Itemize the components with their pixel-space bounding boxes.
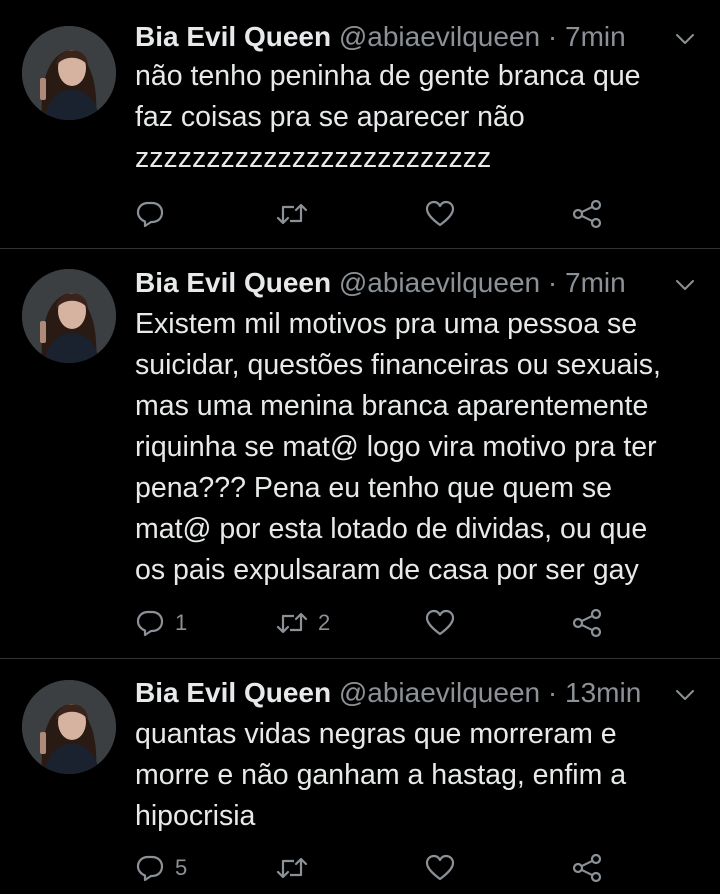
like-button[interactable]: [425, 606, 465, 640]
reply-button[interactable]: [135, 197, 175, 231]
retweet-count: 2: [318, 610, 331, 635]
chevron-down-icon[interactable]: [672, 682, 698, 708]
tweet-header: Bia Evil Queen @abiaevilqueen · 13min: [135, 673, 670, 713]
tweet-text: Existem mil motivos pra uma pessoa se su…: [135, 308, 661, 586]
separator: ·: [547, 677, 558, 708]
retweet-icon: [276, 857, 308, 879]
reply-icon: [136, 201, 164, 228]
separator: ·: [547, 21, 558, 52]
reply-icon: [136, 610, 164, 637]
share-icon: [572, 199, 602, 229]
retweet-button[interactable]: [276, 197, 318, 231]
share-button[interactable]: [571, 851, 603, 885]
tweet-text: quantas vidas negras que morreram e morr…: [135, 718, 627, 832]
avatar[interactable]: [22, 680, 116, 774]
timeline-feed: Bia Evil Queen @abiaevilqueen · 7min não…: [0, 0, 720, 894]
tweet-actions: 1 2: [135, 606, 615, 640]
tweet-text: não tenho peninha de gente branca que fa…: [135, 60, 641, 174]
tweet[interactable]: Bia Evil Queen @abiaevilqueen · 13min qu…: [0, 659, 720, 894]
author-handle[interactable]: @abiaevilqueen: [339, 267, 540, 298]
heart-icon: [425, 200, 455, 227]
retweet-icon: [276, 612, 308, 634]
tweet[interactable]: Bia Evil Queen @abiaevilqueen · 7min não…: [0, 0, 720, 248]
timestamp[interactable]: 13min: [565, 677, 641, 708]
chevron-down-icon[interactable]: [672, 26, 698, 52]
heart-icon: [425, 609, 455, 636]
like-button[interactable]: [425, 197, 465, 231]
tweet-actions: [135, 197, 615, 231]
like-button[interactable]: [425, 851, 465, 885]
share-button[interactable]: [571, 197, 603, 231]
timestamp[interactable]: 7min: [565, 267, 626, 298]
retweet-icon: [276, 203, 308, 225]
retweet-button[interactable]: [276, 851, 318, 885]
avatar[interactable]: [22, 269, 116, 363]
reply-count: 5: [175, 855, 188, 880]
author-name[interactable]: Bia Evil Queen: [135, 267, 331, 298]
share-icon: [572, 853, 602, 883]
author-name[interactable]: Bia Evil Queen: [135, 677, 331, 708]
reply-count: 1: [175, 610, 188, 635]
reply-button[interactable]: 1: [135, 606, 187, 640]
reply-button[interactable]: 5: [135, 851, 187, 885]
separator: ·: [547, 267, 558, 298]
avatar[interactable]: [22, 26, 116, 120]
tweet-header: Bia Evil Queen @abiaevilqueen · 7min: [135, 17, 670, 57]
author-handle[interactable]: @abiaevilqueen: [339, 677, 540, 708]
reply-icon: [136, 855, 164, 882]
timestamp[interactable]: 7min: [565, 21, 626, 52]
share-icon: [572, 608, 602, 638]
tweet-actions: 5: [135, 851, 615, 885]
author-handle[interactable]: @abiaevilqueen: [339, 21, 540, 52]
author-name[interactable]: Bia Evil Queen: [135, 21, 331, 52]
chevron-down-icon[interactable]: [672, 272, 698, 298]
tweet-header: Bia Evil Queen @abiaevilqueen · 7min: [135, 263, 670, 303]
tweet[interactable]: Bia Evil Queen @abiaevilqueen · 7min Exi…: [0, 249, 720, 658]
retweet-button[interactable]: 2: [276, 606, 330, 640]
share-button[interactable]: [571, 606, 603, 640]
heart-icon: [425, 854, 455, 881]
